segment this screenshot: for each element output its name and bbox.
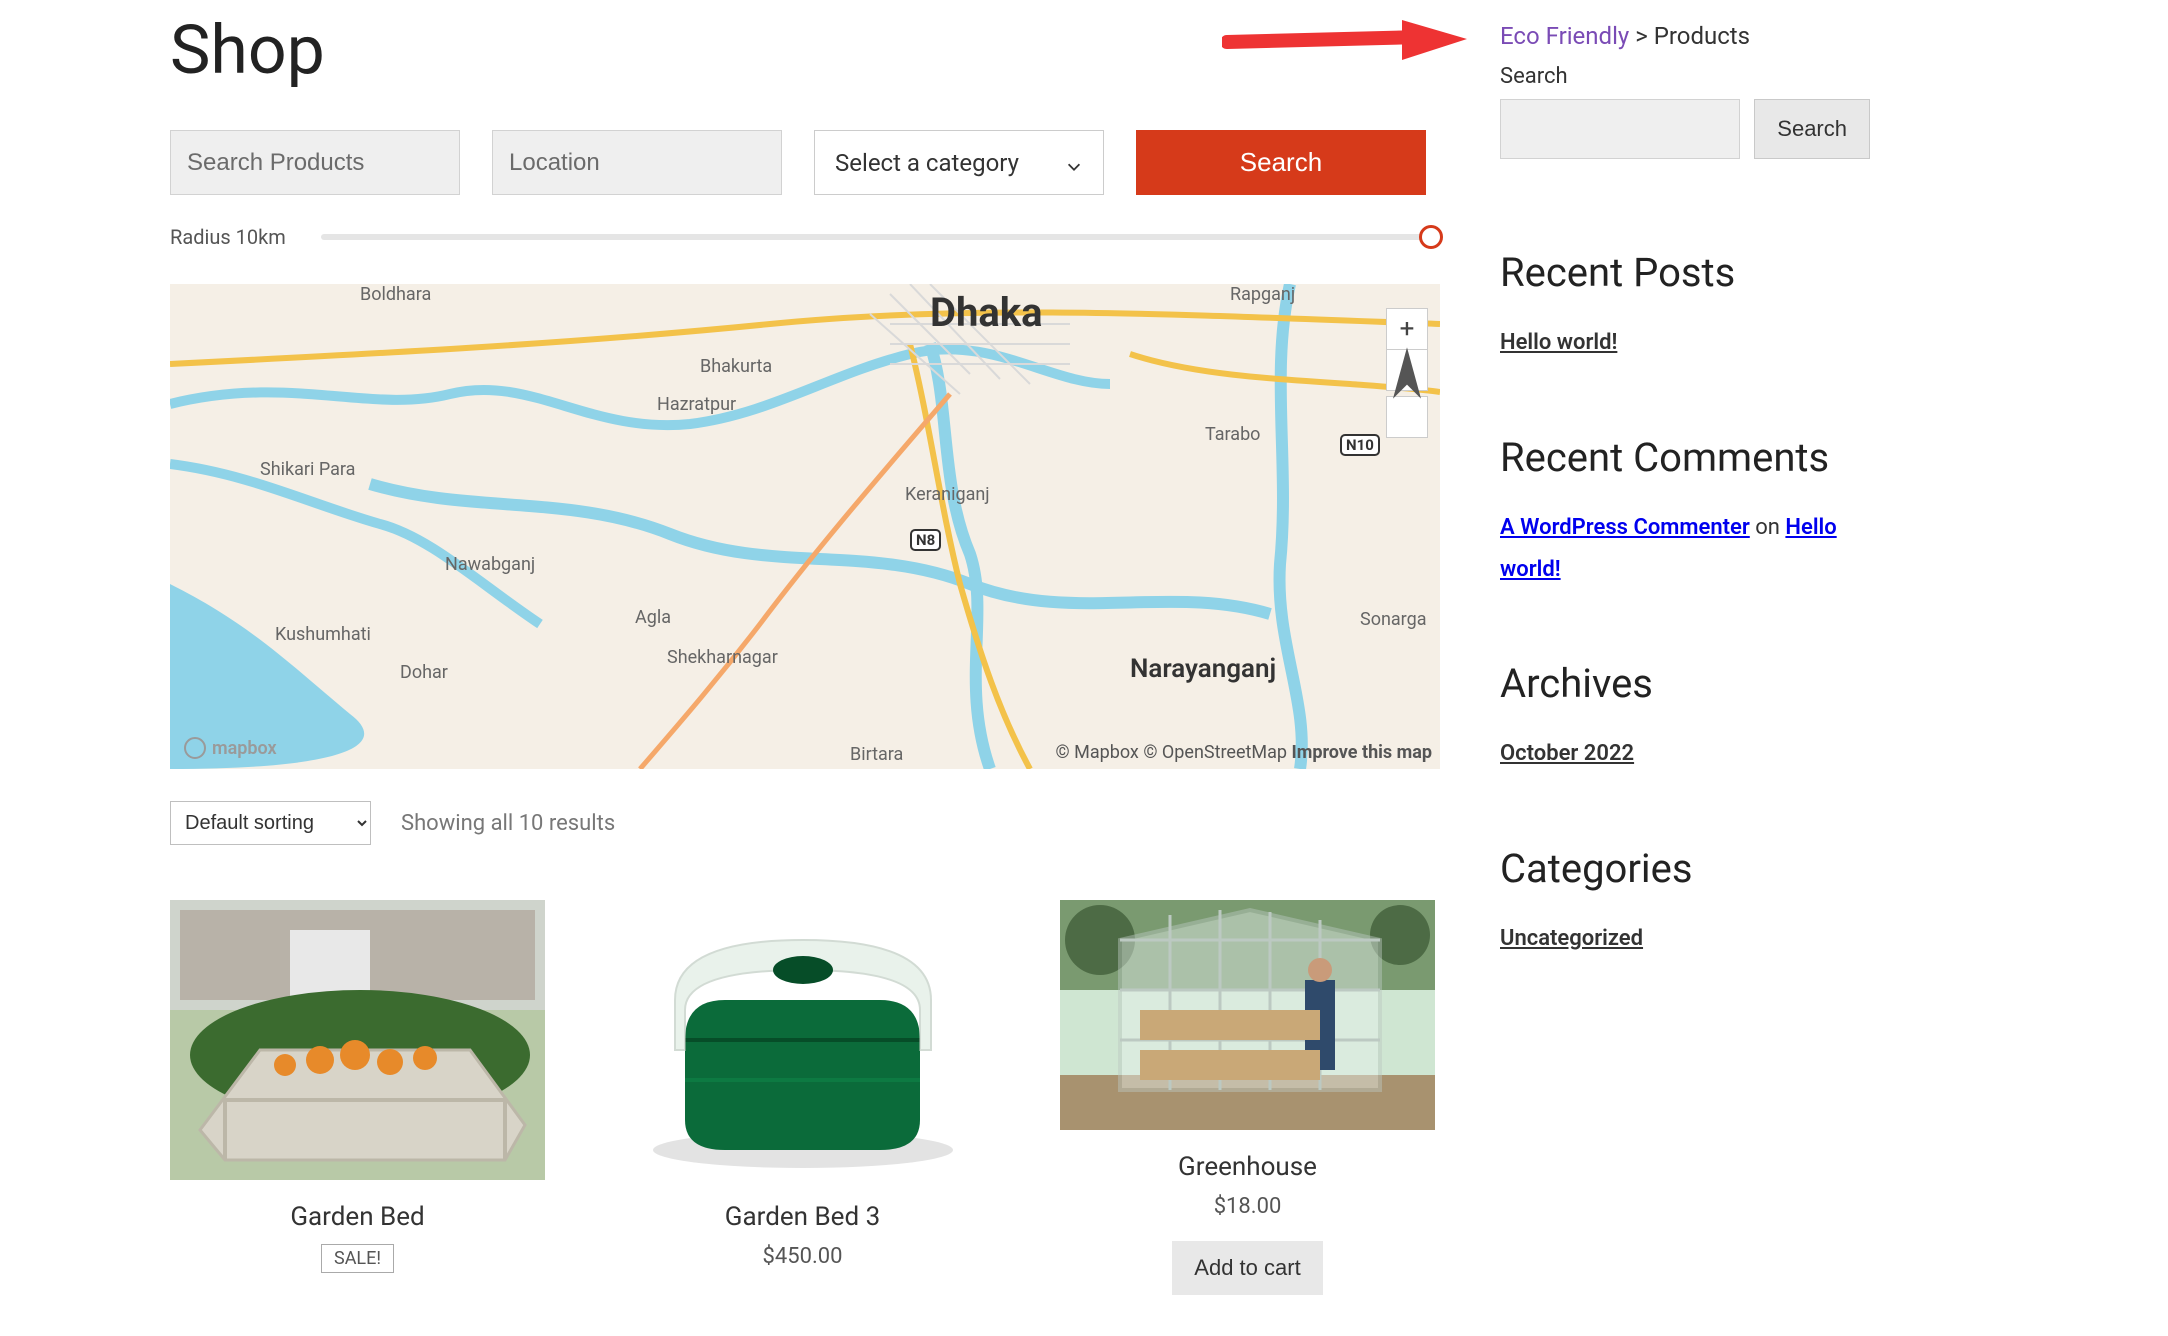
map-label-agla: Agla — [635, 607, 671, 628]
results-count: Showing all 10 results — [401, 811, 615, 836]
map-label-dhaka: Dhaka — [930, 289, 1043, 336]
map-label-bhakurta: Bhakurta — [700, 356, 772, 377]
location-input[interactable] — [492, 130, 782, 195]
attrib-mapbox[interactable]: © Mapbox — [1056, 742, 1139, 763]
route-badge-n10: N10 — [1340, 434, 1380, 456]
archive-link[interactable]: October 2022 — [1500, 733, 1870, 775]
mapbox-logo: mapbox — [184, 737, 277, 759]
add-to-cart-button[interactable]: Add to cart — [1172, 1241, 1322, 1295]
sidebar-search-button[interactable]: Search — [1754, 99, 1870, 159]
recent-comment-line: A WordPress Commenter on Hello world! — [1500, 507, 1870, 591]
map-controls: + − — [1386, 308, 1428, 438]
product-title: Garden Bed — [290, 1202, 424, 1232]
results-bar: Default sorting Showing all 10 results — [170, 801, 1440, 845]
sort-select[interactable]: Default sorting — [170, 801, 371, 845]
route-badge-n8: N8 — [910, 529, 941, 551]
radius-row: Radius 10km — [170, 225, 1440, 249]
chevron-down-icon — [1065, 154, 1083, 172]
product-card[interactable]: Greenhouse $18.00 Add to cart — [1060, 900, 1435, 1295]
product-grid: Garden Bed SALE! Garden Bed 3 — [170, 900, 1440, 1295]
map-attribution: © Mapbox © OpenStreetMap Improve this ma… — [1056, 742, 1433, 763]
product-card[interactable]: Garden Bed SALE! — [170, 900, 545, 1295]
commenter-link[interactable]: A WordPress Commenter — [1500, 515, 1750, 540]
map-label-hazratpur: Hazratpur — [657, 394, 736, 415]
sidebar-search-label: Search — [1500, 64, 1870, 89]
recent-comments-heading: Recent Comments — [1500, 434, 1870, 481]
map-label-shekharnagar: Shekharnagar — [667, 647, 778, 668]
category-link[interactable]: Uncategorized — [1500, 918, 1870, 960]
map-label-dohar: Dohar — [400, 662, 448, 683]
breadcrumb-current: Products — [1654, 22, 1750, 50]
map-label-sonarga: Sonarga — [1360, 609, 1427, 630]
product-title: Greenhouse — [1178, 1152, 1317, 1182]
map-label-shikari-para: Shikari Para — [260, 459, 355, 480]
map-label-birtara: Birtara — [850, 744, 903, 765]
map-label-tarabo: Tarabo — [1205, 424, 1260, 445]
product-image — [615, 900, 990, 1180]
reset-bearing-button[interactable] — [1386, 396, 1428, 438]
breadcrumb: Eco Friendly > Products — [1500, 22, 1870, 50]
map-label-nawabganj: Nawabganj — [445, 554, 535, 575]
breadcrumb-root-link[interactable]: Eco Friendly — [1500, 22, 1629, 50]
product-price: $450.00 — [763, 1244, 843, 1269]
sidebar-search-row: Search — [1500, 99, 1870, 159]
product-image — [1060, 900, 1435, 1130]
search-products-input[interactable] — [170, 130, 460, 195]
map-label-rapganj: Rapganj — [1230, 284, 1295, 305]
map[interactable]: Dhaka Narayanganj Keraniganj Nawabganj T… — [170, 284, 1440, 769]
archives-heading: Archives — [1500, 660, 1870, 707]
search-button[interactable]: Search — [1136, 130, 1426, 195]
page-title: Shop — [170, 10, 1440, 90]
mapbox-circle-icon — [184, 737, 206, 759]
radius-slider-handle[interactable] — [1419, 225, 1443, 249]
radius-label: Radius 10km — [170, 225, 286, 249]
recent-post-link[interactable]: Hello world! — [1500, 322, 1870, 364]
product-image — [170, 900, 545, 1180]
product-title: Garden Bed 3 — [725, 1202, 880, 1232]
mapbox-logo-text: mapbox — [212, 738, 277, 759]
categories-heading: Categories — [1500, 845, 1870, 892]
attrib-improve[interactable]: Improve this map — [1291, 742, 1432, 763]
sale-badge: SALE! — [321, 1244, 394, 1273]
breadcrumb-separator: > — [1629, 22, 1653, 50]
map-label-narayanganj: Narayanganj — [1130, 654, 1276, 684]
radius-slider[interactable] — [321, 234, 1440, 240]
sidebar-search-input[interactable] — [1500, 99, 1740, 159]
category-select[interactable]: Select a category — [814, 130, 1104, 195]
product-price: $18.00 — [1214, 1194, 1282, 1219]
category-select-label: Select a category — [835, 149, 1019, 177]
map-label-keraniganj: Keraniganj — [905, 484, 990, 505]
on-word: on — [1750, 515, 1786, 540]
map-label-boldhara: Boldhara — [360, 284, 431, 305]
product-card[interactable]: Garden Bed 3 $450.00 — [615, 900, 990, 1295]
search-row: Select a category Search — [170, 130, 1440, 195]
map-label-kushumhati: Kushumhati — [275, 624, 371, 645]
recent-posts-heading: Recent Posts — [1500, 249, 1870, 296]
attrib-osm[interactable]: © OpenStreetMap — [1143, 742, 1287, 763]
